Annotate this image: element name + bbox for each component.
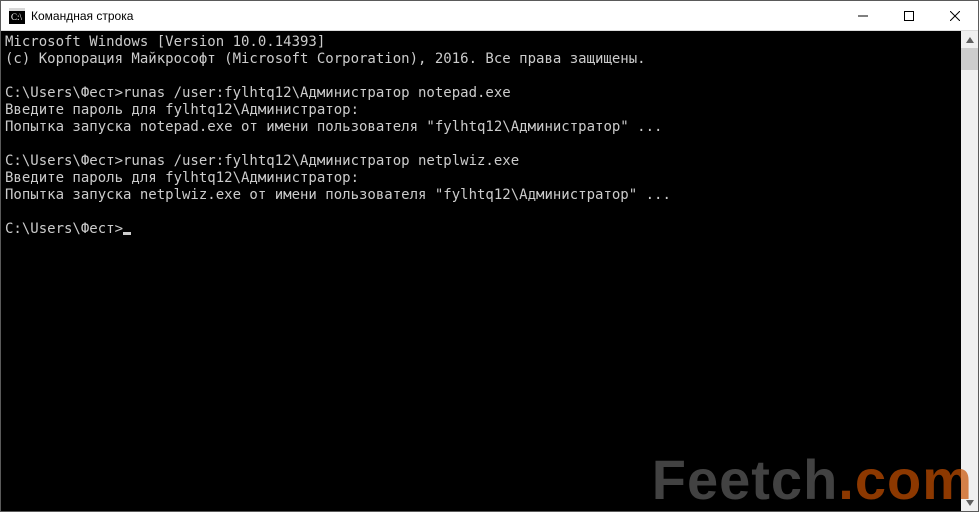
console-line: Введите пароль для fylhtq12\Администрато… xyxy=(5,102,957,119)
console-line: C:\Users\Фест>runas /user:fylhtq12\Админ… xyxy=(5,153,957,170)
command-prompt-window: C:\ Командная строка Microsoft Windows [… xyxy=(0,0,979,512)
cmd-icon: C:\ xyxy=(9,8,25,24)
scroll-down-button[interactable] xyxy=(961,494,978,511)
console-output[interactable]: Microsoft Windows [Version 10.0.14393](c… xyxy=(1,31,961,511)
console-line: C:\Users\Фест>runas /user:fylhtq12\Админ… xyxy=(5,85,957,102)
scrollbar-thumb[interactable] xyxy=(961,48,978,70)
text-cursor xyxy=(123,232,131,235)
svg-text:C:\: C:\ xyxy=(11,12,23,22)
console-line xyxy=(5,204,957,221)
scrollbar-track[interactable] xyxy=(961,48,978,494)
console-line xyxy=(5,136,957,153)
close-button[interactable] xyxy=(932,1,978,30)
titlebar[interactable]: C:\ Командная строка xyxy=(1,1,978,31)
prompt-text: C:\Users\Фест> xyxy=(5,221,123,237)
console-line: Попытка запуска netplwiz.exe от имени по… xyxy=(5,187,957,204)
console-line: Попытка запуска notepad.exe от имени пол… xyxy=(5,119,957,136)
console-area: Microsoft Windows [Version 10.0.14393](c… xyxy=(1,31,978,511)
console-line: (c) Корпорация Майкрософт (Microsoft Cor… xyxy=(5,51,957,68)
console-prompt[interactable]: C:\Users\Фест> xyxy=(5,221,957,238)
console-line: Microsoft Windows [Version 10.0.14393] xyxy=(5,34,957,51)
maximize-button[interactable] xyxy=(886,1,932,30)
console-line xyxy=(5,68,957,85)
minimize-button[interactable] xyxy=(840,1,886,30)
window-title: Командная строка xyxy=(31,9,840,23)
scroll-up-button[interactable] xyxy=(961,31,978,48)
window-controls xyxy=(840,1,978,30)
console-line: Введите пароль для fylhtq12\Администрато… xyxy=(5,170,957,187)
vertical-scrollbar[interactable] xyxy=(961,31,978,511)
